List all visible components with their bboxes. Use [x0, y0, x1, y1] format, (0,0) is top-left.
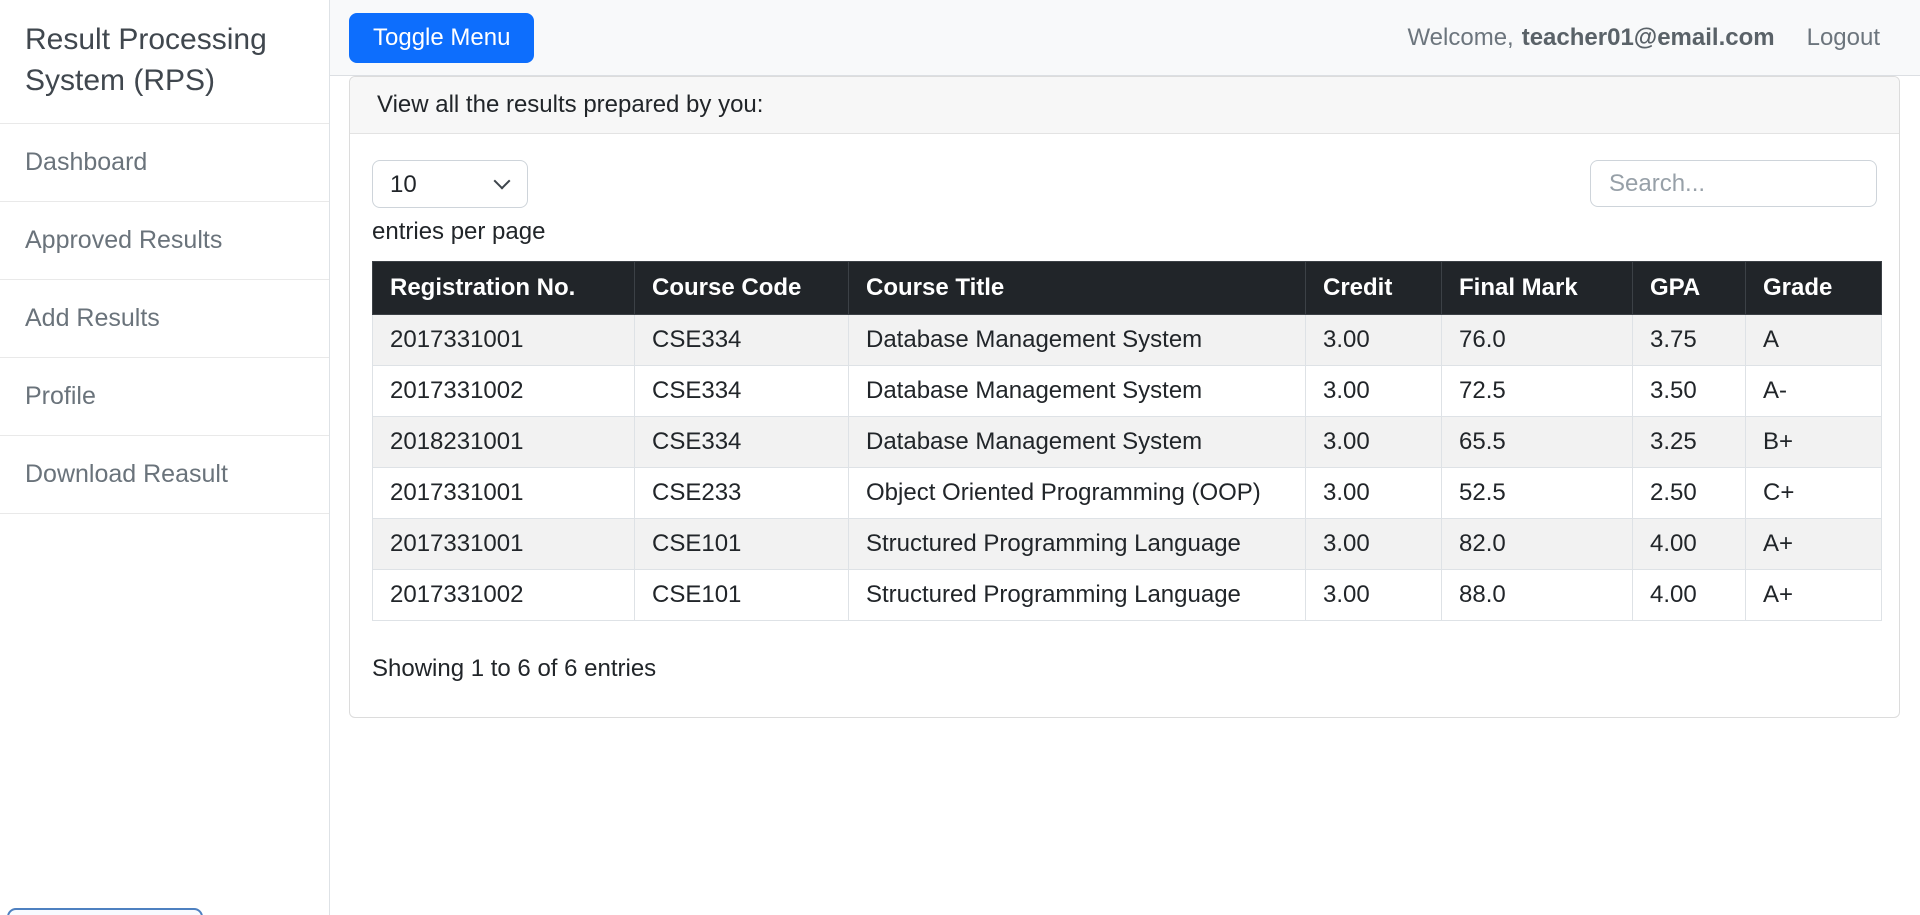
sidebar-item-approved-results[interactable]: Approved Results	[0, 202, 329, 280]
col-header-credit: Credit	[1306, 262, 1442, 315]
cell-registration-no: 2017331002	[373, 570, 635, 621]
table-row: 2018231001 CSE334 Database Management Sy…	[373, 417, 1882, 468]
cell-registration-no: 2017331001	[373, 315, 635, 366]
cell-course-code: CSE101	[635, 519, 849, 570]
cell-course-title: Database Management System	[849, 417, 1306, 468]
cell-credit: 3.00	[1306, 315, 1442, 366]
sidebar: Result Processing System (RPS) Dashboard…	[0, 0, 330, 915]
cell-gpa: 4.00	[1633, 519, 1746, 570]
entries-per-page-label: entries per page	[372, 218, 545, 246]
cell-credit: 3.00	[1306, 366, 1442, 417]
entries-control: 10 entries per page	[372, 160, 545, 246]
app-title: Result Processing System (RPS)	[0, 0, 329, 124]
main-content: View all the results prepared by you: 10…	[330, 76, 1920, 915]
sidebar-item-download-result[interactable]: Download Reasult	[0, 436, 329, 514]
cell-course-title: Object Oriented Programming (OOP)	[849, 468, 1306, 519]
cell-gpa: 4.00	[1633, 570, 1746, 621]
cell-grade: A	[1746, 315, 1882, 366]
cell-credit: 3.00	[1306, 519, 1442, 570]
cell-gpa: 3.50	[1633, 366, 1746, 417]
results-table: Registration No. Course Code Course Titl…	[372, 261, 1882, 621]
table-controls: 10 entries per page	[372, 160, 1877, 246]
table-header-row: Registration No. Course Code Course Titl…	[373, 262, 1882, 315]
col-header-final-mark: Final Mark	[1442, 262, 1633, 315]
entries-per-page-select[interactable]: 10	[372, 160, 528, 208]
cell-credit: 3.00	[1306, 417, 1442, 468]
cell-credit: 3.00	[1306, 468, 1442, 519]
cell-registration-no: 2017331001	[373, 519, 635, 570]
col-header-course-title: Course Title	[849, 262, 1306, 315]
sidebar-item-dashboard[interactable]: Dashboard	[0, 124, 329, 202]
cell-grade: C+	[1746, 468, 1882, 519]
cell-grade: B+	[1746, 417, 1882, 468]
search-input[interactable]	[1590, 160, 1877, 207]
col-header-grade: Grade	[1746, 262, 1882, 315]
col-header-course-code: Course Code	[635, 262, 849, 315]
col-header-registration-no: Registration No.	[373, 262, 635, 315]
table-row: 2017331001 CSE101 Structured Programming…	[373, 519, 1882, 570]
bottom-peek-button[interactable]	[7, 908, 203, 915]
cell-gpa: 2.50	[1633, 468, 1746, 519]
cell-course-code: CSE101	[635, 570, 849, 621]
col-header-gpa: GPA	[1633, 262, 1746, 315]
cell-final-mark: 52.5	[1442, 468, 1633, 519]
table-row: 2017331001 CSE334 Database Management Sy…	[373, 315, 1882, 366]
cell-course-code: CSE334	[635, 417, 849, 468]
table-row: 2017331001 CSE233 Object Oriented Progra…	[373, 468, 1882, 519]
cell-final-mark: 88.0	[1442, 570, 1633, 621]
cell-grade: A+	[1746, 570, 1882, 621]
cell-final-mark: 72.5	[1442, 366, 1633, 417]
cell-course-title: Database Management System	[849, 315, 1306, 366]
card-body: 10 entries per page Registration No.	[350, 134, 1899, 717]
user-email: teacher01@email.com	[1522, 24, 1775, 52]
cell-final-mark: 65.5	[1442, 417, 1633, 468]
cell-course-code: CSE334	[635, 315, 849, 366]
table-summary: Showing 1 to 6 of 6 entries	[372, 655, 1877, 683]
topbar: Toggle Menu Welcome, teacher01@email.com…	[330, 0, 1920, 76]
cell-grade: A-	[1746, 366, 1882, 417]
logout-link[interactable]: Logout	[1807, 24, 1880, 52]
card-header-title: View all the results prepared by you:	[350, 77, 1899, 134]
cell-registration-no: 2017331001	[373, 468, 635, 519]
table-row: 2017331002 CSE101 Structured Programming…	[373, 570, 1882, 621]
toggle-menu-button[interactable]: Toggle Menu	[349, 13, 534, 63]
cell-grade: A+	[1746, 519, 1882, 570]
cell-final-mark: 76.0	[1442, 315, 1633, 366]
results-card: View all the results prepared by you: 10…	[349, 76, 1900, 718]
cell-registration-no: 2018231001	[373, 417, 635, 468]
cell-course-title: Structured Programming Language	[849, 519, 1306, 570]
cell-gpa: 3.25	[1633, 417, 1746, 468]
cell-course-title: Structured Programming Language	[849, 570, 1306, 621]
sidebar-item-profile[interactable]: Profile	[0, 358, 329, 436]
cell-final-mark: 82.0	[1442, 519, 1633, 570]
cell-course-code: CSE334	[635, 366, 849, 417]
cell-course-title: Database Management System	[849, 366, 1306, 417]
welcome-text: Welcome,	[1407, 24, 1513, 52]
cell-credit: 3.00	[1306, 570, 1442, 621]
cell-registration-no: 2017331002	[373, 366, 635, 417]
cell-course-code: CSE233	[635, 468, 849, 519]
cell-gpa: 3.75	[1633, 315, 1746, 366]
sidebar-item-add-results[interactable]: Add Results	[0, 280, 329, 358]
table-row: 2017331002 CSE334 Database Management Sy…	[373, 366, 1882, 417]
topbar-user-area: Welcome, teacher01@email.com Logout	[1407, 24, 1880, 52]
